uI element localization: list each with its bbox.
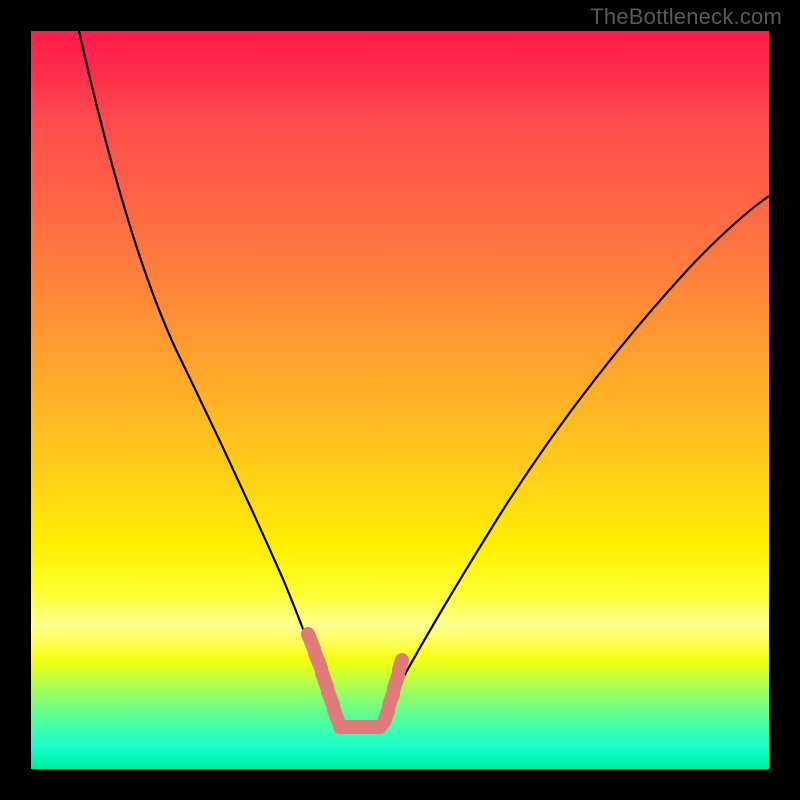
attribution-label: TheBottleneck.com [590, 4, 782, 30]
left-curve [79, 31, 331, 711]
plot-area [31, 31, 769, 769]
knee-marker [308, 634, 402, 727]
chart-svg [31, 31, 769, 769]
right-curve [393, 196, 769, 696]
